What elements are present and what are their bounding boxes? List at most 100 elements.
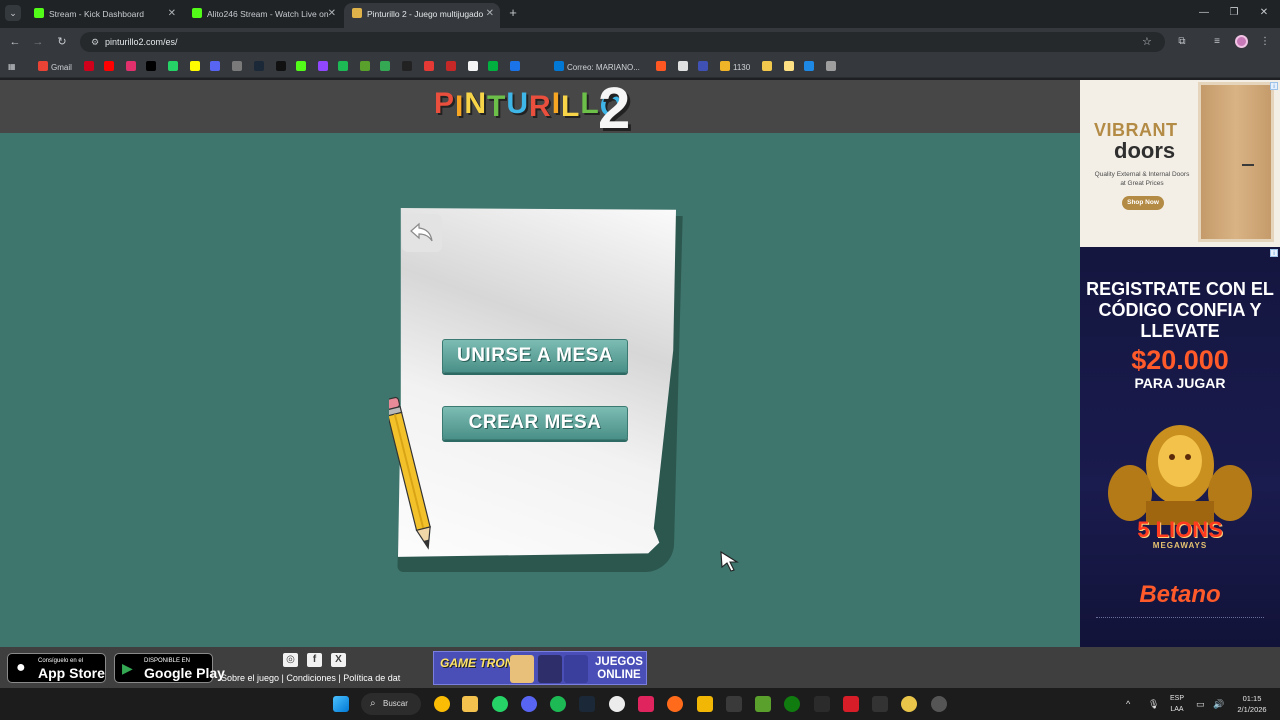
address-bar[interactable]: ⚙ pinturillo2.com/es/ [80, 32, 1165, 52]
reload-icon[interactable]: ↻ [55, 35, 69, 49]
close-window-icon[interactable]: ✕ [1256, 6, 1272, 20]
app-icon[interactable] [638, 696, 654, 712]
join-table-button[interactable]: UNIRSE A MESA [442, 339, 628, 373]
minimize-icon[interactable]: — [1196, 6, 1212, 20]
browser-toolbar: ← → ↻ ⚙ pinturillo2.com/es/ ☆ ⧉ ≡ ⋮ [0, 28, 1280, 56]
new-tab-plus-icon[interactable]: + [506, 6, 520, 20]
doors-ad[interactable]: VIBRANT doors Quality External & Interna… [1080, 80, 1280, 247]
bookmark-item[interactable] [784, 61, 797, 73]
network-icon[interactable]: ▭ [1196, 698, 1205, 710]
media-controls-icon[interactable]: ≡ [1211, 35, 1223, 49]
show-hidden-icons-icon[interactable]: ^ [1126, 698, 1130, 710]
bookmark-item[interactable] [84, 61, 97, 73]
taskbar-search[interactable]: ⌕ Buscar [361, 693, 421, 715]
app-icon[interactable] [931, 696, 947, 712]
tab-search-icon[interactable]: ⌄ [5, 5, 21, 21]
bookmark-item[interactable] [656, 61, 669, 73]
create-table-button[interactable]: CREAR MESA [442, 406, 628, 440]
bookmark-item[interactable] [488, 61, 501, 73]
app-icon[interactable] [726, 696, 742, 712]
tab-pinturillo[interactable]: Pinturillo 2 - Juego multijugado ✕ [344, 3, 500, 28]
close-tab-icon[interactable]: ✕ [168, 3, 176, 25]
betano-ad[interactable]: i REGISTRATE CON EL CÓDIGO CONFIA Y LLEV… [1080, 247, 1280, 647]
bookmark-item[interactable] [318, 61, 331, 73]
bookmark-favicon-icon [380, 61, 390, 71]
site-header: PINTURILLO 2 [0, 80, 1080, 138]
bookmark-item[interactable] [402, 61, 415, 73]
bookmark-item[interactable] [510, 61, 523, 73]
google-play-badge[interactable]: ▶ DISPONIBLE EN Google Play [114, 653, 225, 683]
language-indicator[interactable]: ESP LAA [1166, 693, 1188, 715]
bookmark-item[interactable] [232, 61, 245, 73]
bookmark-item[interactable] [804, 61, 817, 73]
volume-icon[interactable]: 🔊 [1213, 698, 1224, 710]
close-tab-icon[interactable]: ✕ [328, 3, 336, 25]
bookmark-item[interactable] [146, 61, 159, 73]
obs-icon[interactable] [609, 696, 625, 712]
tab-alito-stream[interactable]: Alito246 Stream - Watch Live on ✕ [184, 3, 342, 28]
back-icon[interactable]: ← [8, 35, 22, 49]
bookmark-item[interactable] [168, 61, 181, 73]
bookmark-item[interactable] [698, 61, 711, 73]
bookmark-item[interactable] [126, 61, 139, 73]
back-button[interactable] [402, 214, 442, 252]
close-tab-icon[interactable]: ✕ [486, 3, 494, 25]
bookmark-item[interactable]: 1130 [720, 61, 750, 73]
site-footer: ● Consíguelo en el App Store ▶ DISPONIBL… [0, 647, 1280, 688]
tab-kick-dashboard[interactable]: Stream - Kick Dashboard ✕ [26, 3, 182, 28]
file-explorer-icon[interactable] [462, 696, 478, 712]
bookmark-item[interactable] [296, 61, 309, 73]
bookmark-item[interactable] [826, 61, 839, 73]
bookmark-item[interactable] [338, 61, 351, 73]
menu-dots-icon[interactable]: ⋮ [1259, 35, 1271, 49]
bookmark-item[interactable] [104, 61, 117, 73]
bookmark-item[interactable] [254, 61, 267, 73]
bookmark-item[interactable] [678, 61, 691, 73]
xbox-icon[interactable] [784, 696, 800, 712]
facebook-icon[interactable]: f [307, 653, 322, 667]
bookmark-item[interactable] [210, 61, 223, 73]
start-windows-icon[interactable] [333, 696, 349, 712]
microphone-icon[interactable]: 🎙 [1148, 698, 1159, 710]
steam-icon[interactable] [579, 696, 595, 712]
spotify-icon[interactable] [550, 696, 566, 712]
apps-grid-icon[interactable]: ▦ [8, 61, 16, 73]
bookmark-item[interactable] [360, 61, 373, 73]
bookmark-item[interactable] [446, 61, 459, 73]
minecraft-icon[interactable] [755, 696, 771, 712]
pinturillo-logo[interactable]: PINTURILLO [434, 87, 624, 123]
profile-avatar[interactable] [1235, 35, 1248, 48]
site-settings-icon[interactable]: ⚙ [88, 35, 102, 49]
app-store-badge[interactable]: ● Consíguelo en el App Store [7, 653, 106, 683]
bookmark-item[interactable]: Correo: MARIANO... [554, 61, 640, 73]
bookmark-star-icon[interactable]: ☆ [1142, 35, 1154, 49]
bookmark-item[interactable] [424, 61, 437, 73]
amd-icon[interactable] [843, 696, 859, 712]
gametronia-banner[interactable]: GAME TRONIA JUEGOS ONLINE [433, 651, 647, 685]
bookmark-item[interactable]: Gmail [38, 61, 72, 73]
play-icon: ▶ [122, 660, 133, 676]
app-icon[interactable] [667, 696, 683, 712]
bookmark-item[interactable] [190, 61, 203, 73]
x-twitter-icon[interactable]: X [331, 653, 346, 667]
bookmark-item[interactable] [380, 61, 393, 73]
bookmark-item[interactable] [762, 61, 775, 73]
epic-games-icon[interactable] [814, 696, 830, 712]
restore-icon[interactable]: ❐ [1226, 6, 1242, 20]
bookmark-item[interactable] [276, 61, 289, 73]
extensions-icon[interactable]: ⧉ [1176, 35, 1188, 49]
logitech-icon[interactable] [872, 696, 888, 712]
forward-icon[interactable]: → [31, 35, 45, 49]
app-icon[interactable] [901, 696, 917, 712]
chrome-icon[interactable] [434, 696, 450, 712]
adchoices-icon[interactable]: i [1270, 82, 1278, 90]
app-icon[interactable] [697, 696, 713, 712]
instagram-icon[interactable]: ◎ [283, 653, 298, 667]
discord-icon[interactable] [521, 696, 537, 712]
system-clock[interactable]: 01:15 2/1/2026 [1232, 693, 1272, 715]
adchoices-icon[interactable]: i [1270, 249, 1278, 257]
footer-links[interactable]: Sobre el juego | Condiciones | Política … [221, 673, 400, 683]
whatsapp-icon[interactable] [492, 696, 508, 712]
shop-now-button[interactable]: Shop Now [1122, 196, 1164, 210]
bookmark-item[interactable] [468, 61, 481, 73]
